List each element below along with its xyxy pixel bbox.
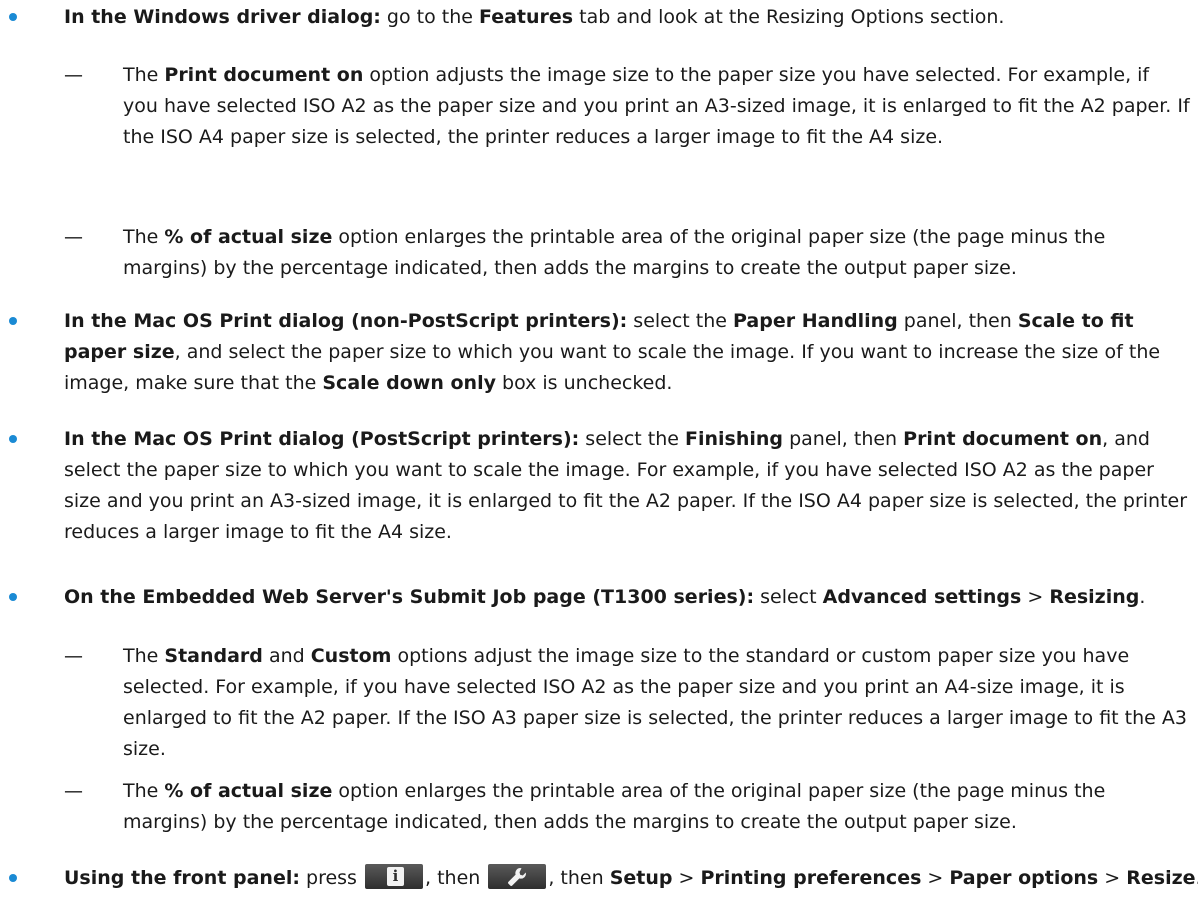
item-text: > [1021,586,1050,608]
sub-text: The [123,226,165,248]
item-bold: Finishing [685,428,784,450]
item-bold: Setup [609,867,673,889]
item-bold: Resizing [1049,586,1140,608]
item-bold: Features [479,6,574,28]
item-lead: In the Mac OS Print dialog (PostScript p… [64,428,580,450]
item-text: , then [425,867,487,889]
item-text: box is unchecked. [495,372,673,394]
dash-marker: — [64,780,83,802]
list-item-mac-postscript: In the Mac OS Print dialog (PostScript p… [0,424,1198,548]
item-bold: Paper options [949,867,1099,889]
item-text: . [1139,586,1146,608]
bullet-icon [9,874,17,882]
list-item-mac-non-postscript: In the Mac OS Print dialog (non-PostScri… [0,306,1198,399]
dash-marker: — [64,645,83,667]
sub-text: The [123,64,165,86]
item-text: press [299,867,363,889]
item-bold: Printing preferences [700,867,922,889]
item-text: go to the [380,6,479,28]
sub-bold: Print document on [164,64,364,86]
bullet-icon [9,435,17,443]
bullet-icon [9,317,17,325]
dash-marker: — [64,226,83,248]
sub-bold: % of actual size [164,780,333,802]
sub-item-percent-actual-size-ews: — The % of actual size option enlarges t… [0,776,1198,838]
list-item-windows-driver: In the Windows driver dialog: go to the … [0,2,1198,33]
item-text: > [672,867,701,889]
sub-item-standard-custom: — The Standard and Custom options adjust… [0,641,1198,765]
sub-item-percent-actual-size: — The % of actual size option enlarges t… [0,222,1198,284]
item-lead: In the Mac OS Print dialog (non-PostScri… [64,310,628,332]
item-text: select the [579,428,686,450]
item-bold: Resize [1126,867,1196,889]
info-icon: i [365,864,423,889]
item-text: tab and look at the Resizing Options sec… [573,6,1005,28]
wrench-icon [488,864,547,889]
sub-item-print-document-on: — The Print document on option adjusts t… [0,60,1198,153]
sub-bold: Standard [164,645,263,667]
dash-marker: — [64,64,83,86]
item-bold: Paper Handling [733,310,898,332]
item-text: select [754,586,823,608]
item-bold: Scale down only [322,372,496,394]
list-item-front-panel: Using the front panel: press i , then , t… [0,863,1198,894]
item-text: panel, then [783,428,904,450]
sub-text: The [123,645,165,667]
sub-text: The [123,780,165,802]
item-lead: Using the front panel: [64,867,300,889]
wrench-icon-svg [508,868,527,886]
bullet-icon [9,13,17,21]
item-text: select the [627,310,734,332]
item-bold: Print document on [903,428,1103,450]
item-text: > [921,867,950,889]
item-text: panel, then [897,310,1018,332]
bullet-icon [9,593,17,601]
sub-bold: % of actual size [164,226,333,248]
sub-bold: Custom [310,645,392,667]
item-lead: On the Embedded Web Server's Submit Job … [64,586,755,608]
list-item-embedded-web-server: On the Embedded Web Server's Submit Job … [0,582,1198,613]
item-text: > [1098,867,1127,889]
sub-text: and [262,645,311,667]
item-lead: In the Windows driver dialog: [64,6,381,28]
info-icon-glyph: i [387,867,404,886]
item-text: , then [548,867,610,889]
item-bold: Advanced settings [822,586,1022,608]
